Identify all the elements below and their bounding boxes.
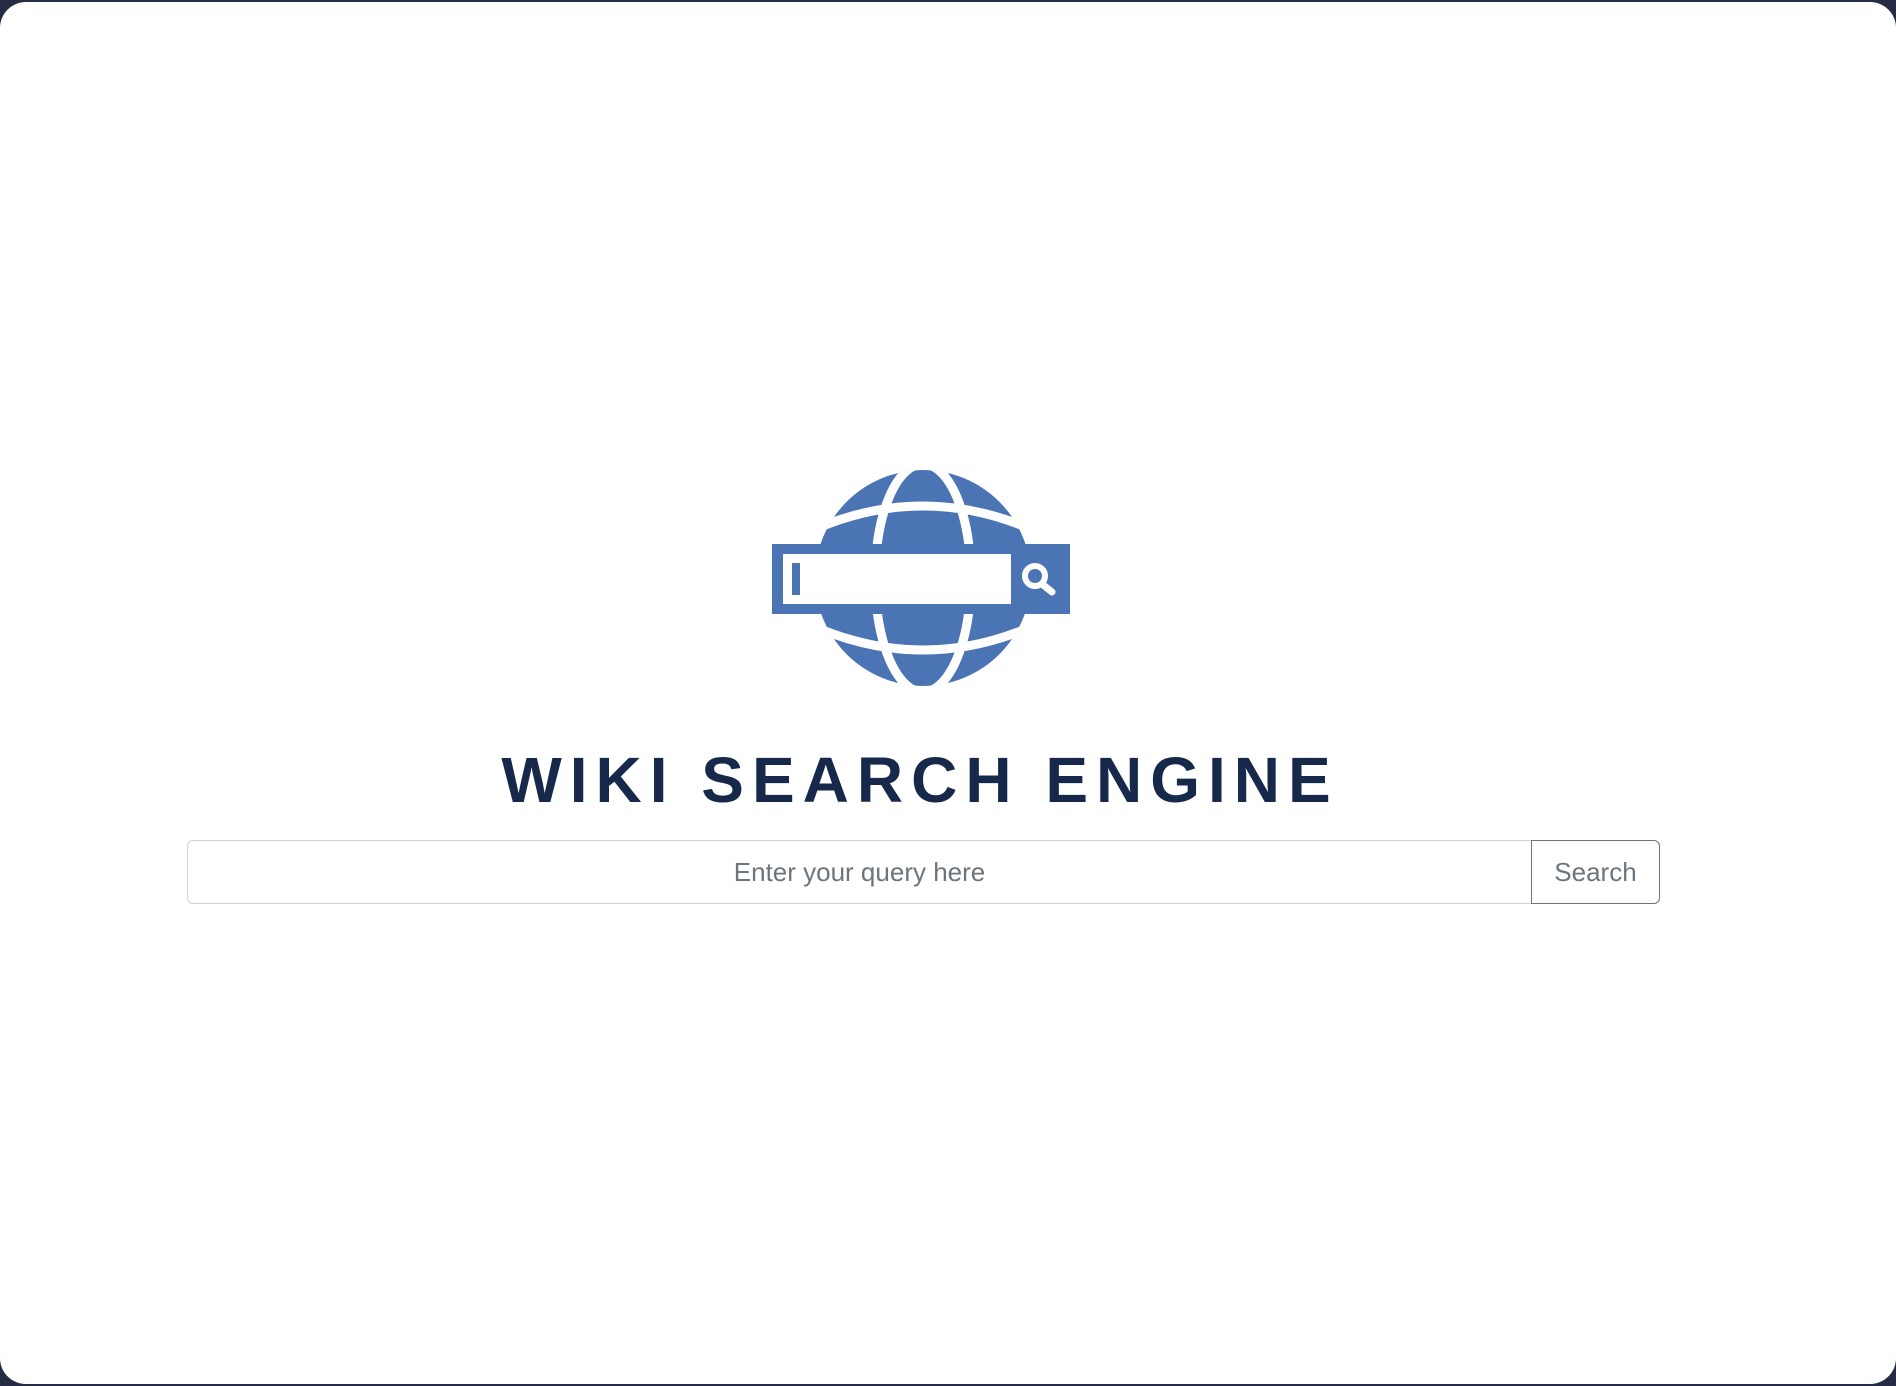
search-input[interactable] (187, 840, 1531, 904)
page-title: WIKI SEARCH ENGINE (501, 744, 1339, 816)
search-button[interactable]: Search (1531, 840, 1660, 904)
app-window: WIKI SEARCH ENGINE Search (0, 2, 1896, 1384)
globe-search-icon (772, 470, 1070, 686)
search-bar: Search (187, 840, 1660, 904)
